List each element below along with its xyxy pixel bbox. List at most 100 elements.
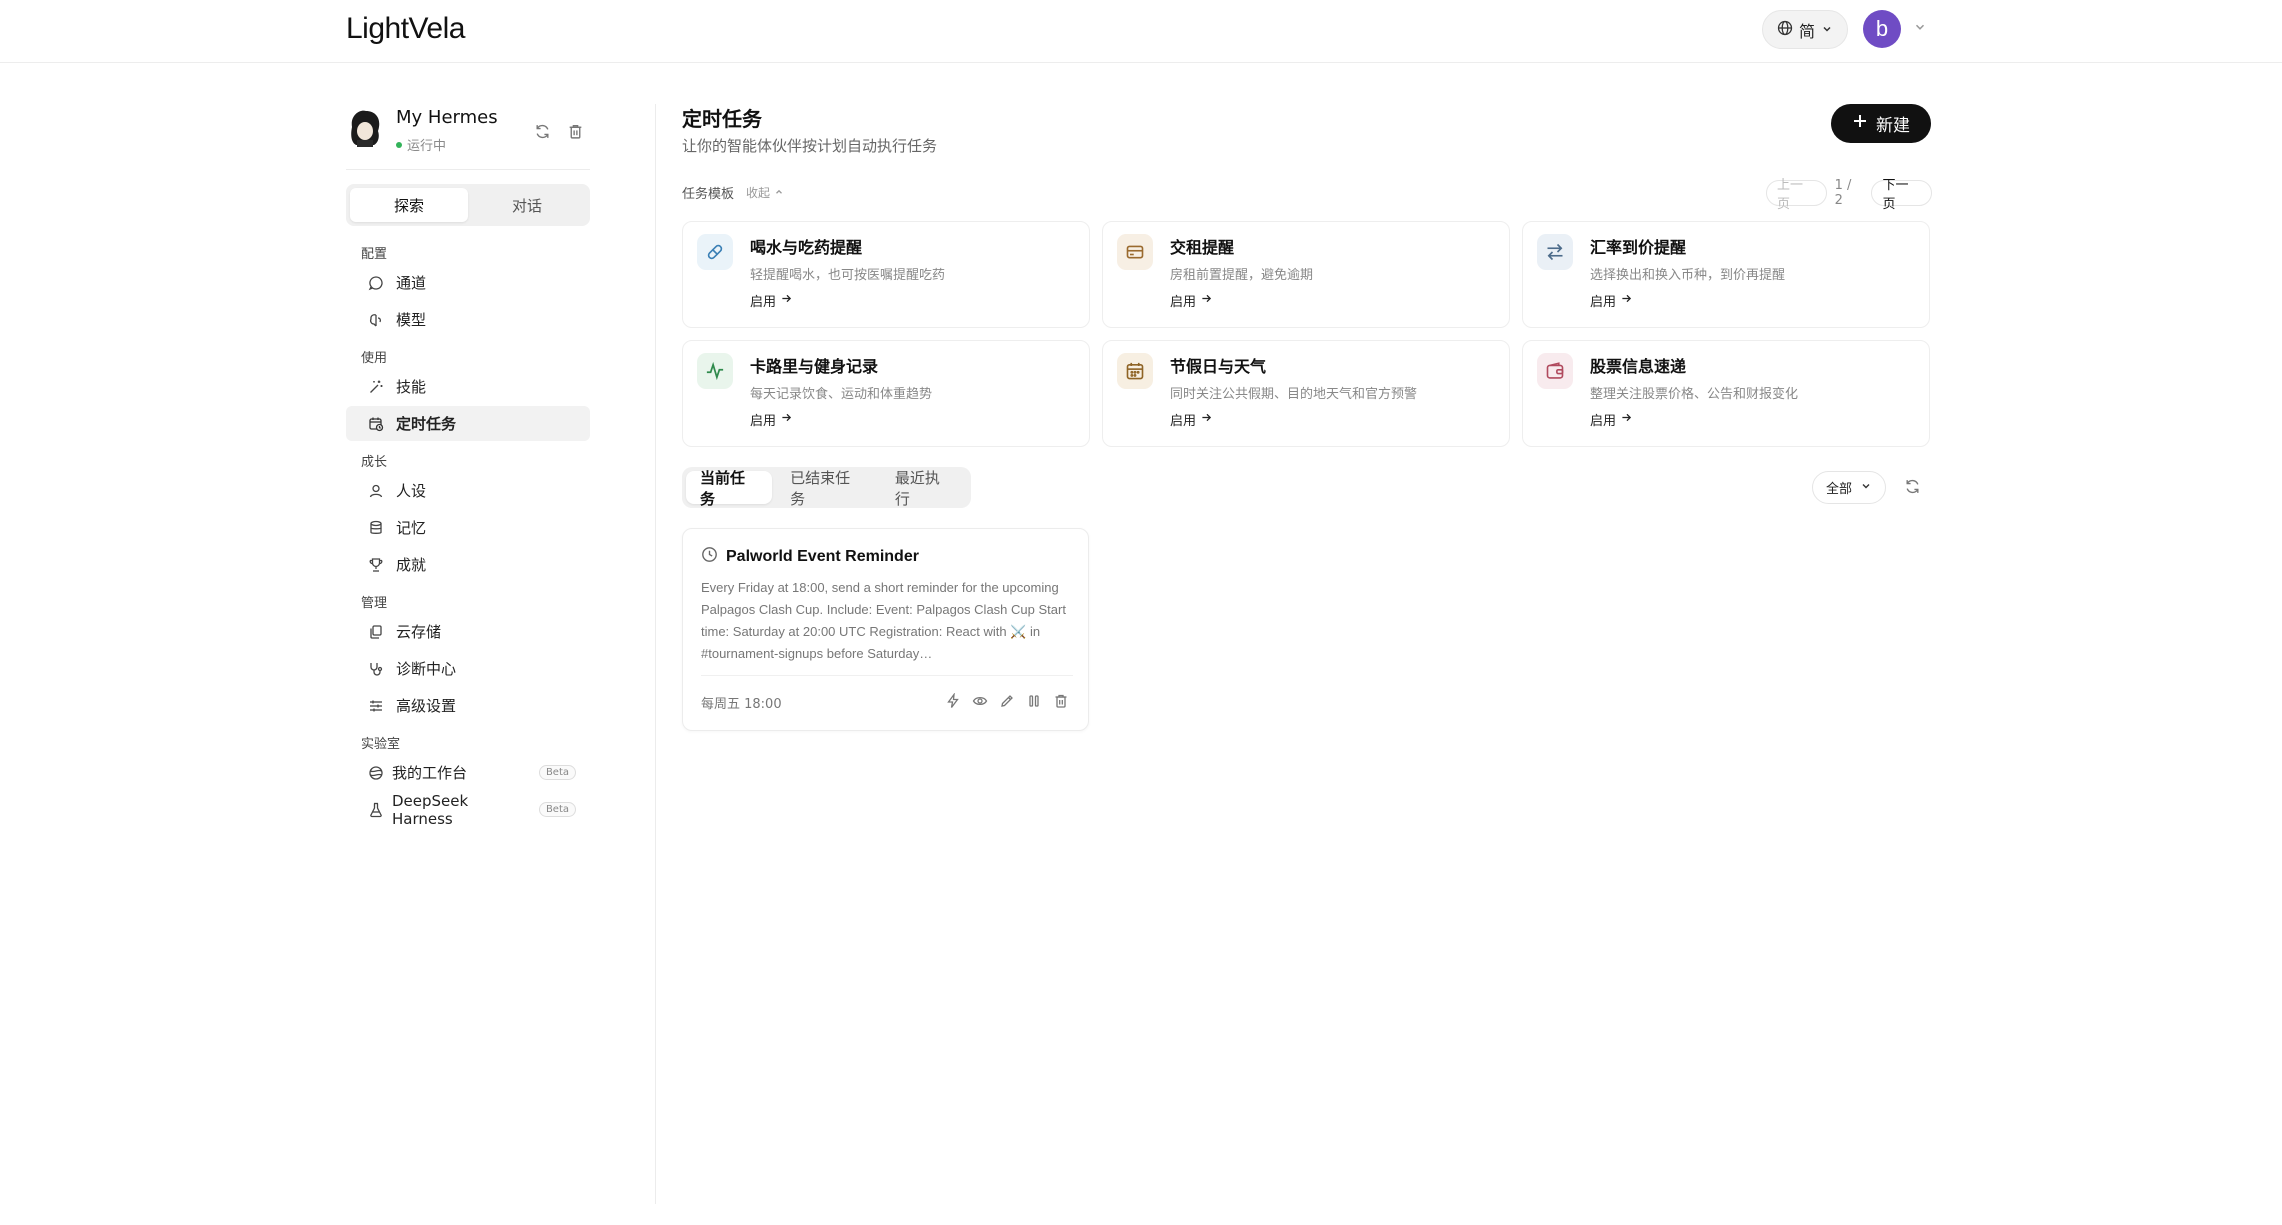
sidebar-item-channel[interactable]: 通道 [346, 265, 590, 300]
pencil-icon[interactable] [999, 693, 1015, 713]
agent-avatar [348, 109, 382, 149]
mode-segment: 探索 对话 [346, 184, 590, 226]
sidebar-item-model[interactable]: 模型 [346, 302, 590, 337]
top-bar: LightVela 简 b [0, 0, 2282, 63]
stethoscope-icon [368, 661, 384, 677]
language-switcher[interactable]: 简 [1762, 10, 1848, 49]
template-desc: 选择换出和换入币种，到价再提醒 [1590, 268, 1786, 283]
segment-explore[interactable]: 探索 [350, 188, 468, 222]
flask-icon [368, 802, 384, 818]
template-desc: 同时关注公共假期、目的地天气和官方预警 [1170, 387, 1418, 402]
app-logo[interactable]: LightVela [346, 12, 465, 46]
plus-icon [1852, 113, 1868, 134]
template-card-water[interactable]: 喝水与吃药提醒 轻提醒喝水，也可按医嘱提醒吃药 启用 [682, 221, 1090, 328]
template-use-link[interactable]: 启用 [1170, 410, 1212, 429]
sliders-icon [368, 698, 384, 714]
sidebar-item-advanced[interactable]: 高级设置 [346, 688, 590, 723]
trash-icon[interactable] [567, 123, 584, 144]
lightning-icon[interactable] [945, 692, 961, 713]
globe-icon [1777, 20, 1793, 40]
template-title: 节假日与天气 [1170, 357, 1267, 376]
nav-section-manage: 管理 [361, 596, 388, 611]
arrow-right-icon [1621, 412, 1632, 427]
filter-value: 全部 [1825, 482, 1852, 497]
sidebar-nav: 配置 通道 模型 使用 技能 定时任务 成长 人设 记忆 成就 管理 云存储 诊… [346, 243, 590, 829]
task-card[interactable]: Palworld Event Reminder Every Friday at … [682, 528, 1089, 731]
sidebar-item-skills[interactable]: 技能 [346, 369, 590, 404]
sidebar-item-achievement[interactable]: 成就 [346, 547, 590, 582]
next-page-button[interactable]: 下一页 [1871, 178, 1933, 212]
template-use-link[interactable]: 启用 [750, 291, 792, 310]
chevron-up-icon [774, 186, 784, 200]
refresh-icon[interactable] [534, 123, 551, 144]
sidebar-item-label: 技能 [396, 378, 427, 396]
use-label: 启用 [1170, 295, 1197, 310]
new-task-button[interactable]: 新建 [1831, 104, 1931, 143]
user-menu-chevron-icon[interactable] [1913, 20, 1927, 38]
template-use-link[interactable]: 启用 [1590, 410, 1632, 429]
template-card-exchange[interactable]: 汇率到价提醒 选择换出和换入币种，到价再提醒 启用 [1522, 221, 1930, 328]
arrow-right-icon [781, 412, 792, 427]
template-use-link[interactable]: 启用 [1590, 291, 1632, 310]
template-title: 喝水与吃药提醒 [750, 238, 863, 257]
sidebar-item-persona[interactable]: 人设 [346, 473, 590, 508]
sidebar-item-label: 诊断中心 [396, 660, 457, 678]
arrow-right-icon [1621, 293, 1632, 308]
globe-icon [368, 765, 384, 781]
pause-icon[interactable] [1026, 693, 1042, 713]
use-label: 启用 [1590, 414, 1617, 429]
template-use-link[interactable]: 启用 [1170, 291, 1212, 310]
use-label: 启用 [1590, 295, 1617, 310]
new-task-label: 新建 [1876, 116, 1910, 136]
agent-name: My Hermes [396, 107, 498, 128]
eye-icon[interactable] [972, 693, 988, 713]
sidebar-item-label: 云存储 [396, 623, 442, 641]
use-label: 启用 [1170, 414, 1197, 429]
refresh-icon[interactable] [1904, 478, 1921, 499]
template-card-calorie[interactable]: 卡路里与健身记录 每天记录饮食、运动和体重趋势 启用 [682, 340, 1090, 447]
language-label: 简 [1798, 21, 1815, 41]
template-card-rent[interactable]: 交租提醒 房租前置提醒，避免逾期 启用 [1102, 221, 1510, 328]
tab-current[interactable]: 当前任务 [686, 469, 773, 508]
sidebar-item-deepseek[interactable]: DeepSeek Harness Beta [346, 791, 590, 828]
magic-wand-icon [368, 379, 384, 395]
chevron-down-icon [1860, 480, 1872, 496]
sidebar-item-label: 我的工作台 [392, 764, 468, 782]
beta-badge: Beta [538, 765, 576, 780]
nav-section-growth: 成长 [361, 455, 388, 470]
sidebar-item-scheduled[interactable]: 定时任务 [346, 406, 590, 441]
sidebar-item-label: 高级设置 [396, 697, 457, 715]
agent-status: 运行中 [396, 135, 446, 154]
template-label: 任务模板 [682, 187, 735, 202]
sidebar-item-label: DeepSeek Harness [392, 791, 469, 828]
template-card-stock[interactable]: 股票信息速递 整理关注股票价格、公告和财报变化 启用 [1522, 340, 1930, 447]
collapse-label: 收起 [746, 186, 771, 200]
template-card-holiday[interactable]: 节假日与天气 同时关注公共假期、目的地天气和官方预警 启用 [1102, 340, 1510, 447]
template-desc: 房租前置提醒，避免逾期 [1170, 268, 1314, 283]
sidebar-item-memory[interactable]: 记忆 [346, 510, 590, 545]
wallet-icon [1537, 353, 1573, 389]
use-label: 启用 [750, 414, 777, 429]
task-schedule: 每周五 18:00 [701, 697, 782, 712]
sidebar-item-cloud[interactable]: 云存储 [346, 614, 590, 649]
nav-section-config: 配置 [361, 247, 388, 262]
collapse-toggle[interactable]: 收起 [746, 184, 784, 201]
user-avatar[interactable]: b [1863, 10, 1901, 48]
calendar-icon [1117, 353, 1153, 389]
tab-recent[interactable]: 最近执行 [881, 469, 967, 508]
sidebar-item-diagnostics[interactable]: 诊断中心 [346, 651, 590, 686]
template-desc: 轻提醒喝水，也可按医嘱提醒吃药 [750, 268, 946, 283]
user-icon [368, 483, 384, 499]
use-label: 启用 [750, 295, 777, 310]
template-title: 交租提醒 [1170, 238, 1235, 257]
arrow-right-icon [1201, 293, 1212, 308]
tab-ended[interactable]: 已结束任务 [776, 469, 877, 508]
sidebar-item-label: 人设 [396, 482, 427, 500]
sidebar-item-workbench[interactable]: 我的工作台 Beta [346, 755, 590, 790]
arrow-right-icon [1201, 412, 1212, 427]
filter-select[interactable]: 全部 [1812, 471, 1886, 504]
trash-icon[interactable] [1053, 693, 1069, 713]
prev-page-button[interactable]: 上一页 [1766, 178, 1827, 212]
segment-chat[interactable]: 对话 [468, 188, 586, 222]
template-use-link[interactable]: 启用 [750, 410, 792, 429]
